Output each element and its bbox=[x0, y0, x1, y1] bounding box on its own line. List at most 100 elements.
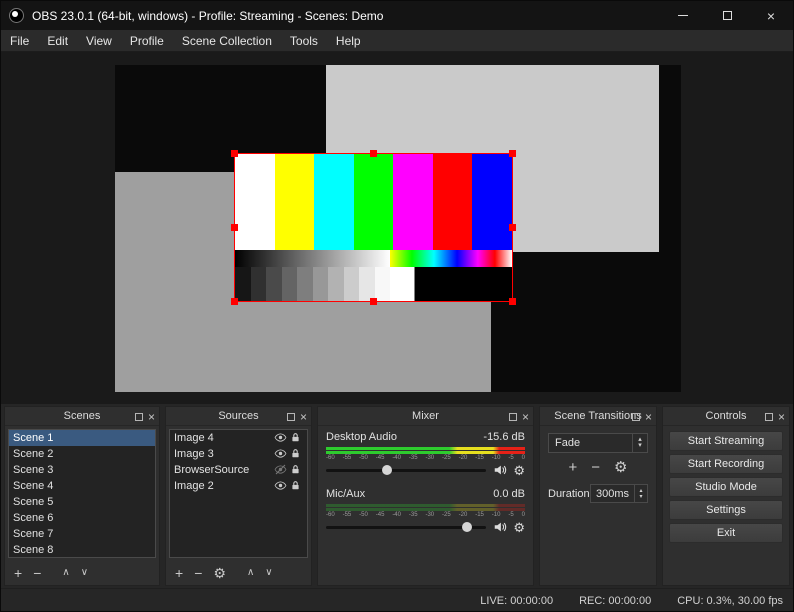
volume-meter bbox=[326, 504, 525, 511]
add-transition-button[interactable]: + bbox=[569, 460, 578, 475]
maximize-button[interactable] bbox=[705, 1, 749, 30]
volume-slider-handle[interactable] bbox=[382, 465, 392, 475]
dock-close-icon[interactable]: × bbox=[645, 411, 652, 423]
settings-button[interactable]: Settings bbox=[669, 500, 783, 520]
dock-float-icon[interactable] bbox=[509, 413, 517, 421]
obs-logo-icon[interactable] bbox=[9, 8, 24, 23]
transitions-dock-header[interactable]: Scene Transitions × bbox=[540, 407, 656, 426]
menu-item-edit[interactable]: Edit bbox=[38, 30, 77, 52]
window-title: OBS 23.0.1 (64-bit, windows) - Profile: … bbox=[32, 9, 383, 23]
source-properties-gear-button[interactable]: ⚙ bbox=[213, 566, 226, 580]
color-bar bbox=[235, 154, 275, 250]
scene-list-item[interactable]: Scene 1 bbox=[9, 430, 155, 446]
dock-close-icon[interactable]: × bbox=[300, 411, 307, 423]
color-bar bbox=[433, 154, 473, 250]
studio-mode-button[interactable]: Studio Mode bbox=[669, 477, 783, 497]
selection-handle[interactable] bbox=[509, 150, 516, 157]
speaker-icon[interactable] bbox=[492, 520, 507, 534]
combo-arrows-icon[interactable]: ▴ ▾ bbox=[632, 434, 647, 452]
scene-list-item[interactable]: Scene 4 bbox=[9, 478, 155, 494]
volume-slider[interactable] bbox=[326, 520, 486, 534]
selected-source-color-bars[interactable] bbox=[234, 153, 513, 302]
scene-list-item[interactable]: Scene 8 bbox=[9, 542, 155, 558]
meter-tick: -40 bbox=[392, 511, 401, 519]
source-list-item[interactable]: Image 3 bbox=[170, 446, 307, 462]
close-button[interactable]: × bbox=[749, 1, 793, 30]
scene-canvas[interactable] bbox=[115, 65, 681, 392]
remove-transition-button[interactable]: − bbox=[591, 460, 600, 475]
scene-list-item[interactable]: Scene 3 bbox=[9, 462, 155, 478]
mixer-channel-mic-aux: Mic/Aux 0.0 dB -60-55-50-45-40-35-30-25-… bbox=[326, 488, 525, 535]
minimize-button[interactable] bbox=[661, 1, 705, 30]
move-scene-up-button[interactable]: ∧ bbox=[62, 568, 69, 578]
menu-item-help[interactable]: Help bbox=[327, 30, 370, 52]
lock-icon[interactable] bbox=[288, 448, 303, 459]
selection-handle[interactable] bbox=[509, 298, 516, 305]
dock-close-icon[interactable]: × bbox=[148, 411, 155, 423]
meter-tick: -55 bbox=[343, 454, 352, 462]
lock-icon[interactable] bbox=[288, 464, 303, 475]
start-streaming-button[interactable]: Start Streaming bbox=[669, 431, 783, 451]
volume-slider[interactable] bbox=[326, 463, 486, 477]
start-recording-button[interactable]: Start Recording bbox=[669, 454, 783, 474]
minimize-icon bbox=[678, 15, 688, 16]
selection-handle[interactable] bbox=[231, 150, 238, 157]
dock-float-icon[interactable] bbox=[135, 413, 143, 421]
volume-slider-handle[interactable] bbox=[462, 522, 472, 532]
eye-slash-icon[interactable] bbox=[273, 463, 288, 476]
add-scene-button[interactable]: + bbox=[14, 566, 22, 580]
channel-settings-gear-icon[interactable]: ⚙ bbox=[513, 521, 525, 534]
menu-item-tools[interactable]: Tools bbox=[281, 30, 327, 52]
selection-handle[interactable] bbox=[370, 150, 377, 157]
dock-float-icon[interactable] bbox=[287, 413, 295, 421]
preview-area[interactable] bbox=[1, 52, 793, 404]
transition-select[interactable]: Fade ▴ ▾ bbox=[548, 433, 648, 453]
sources-dock-header[interactable]: Sources × bbox=[166, 407, 311, 426]
eye-icon[interactable] bbox=[273, 431, 288, 444]
dock-close-icon[interactable]: × bbox=[778, 411, 785, 423]
title-bar[interactable]: OBS 23.0.1 (64-bit, windows) - Profile: … bbox=[1, 1, 793, 30]
lock-icon[interactable] bbox=[288, 432, 303, 443]
gray-step bbox=[297, 267, 313, 301]
move-scene-down-button[interactable]: ∨ bbox=[81, 568, 88, 578]
eye-icon[interactable] bbox=[273, 479, 288, 492]
scenes-dock-header[interactable]: Scenes × bbox=[5, 407, 159, 426]
transition-properties-gear-button[interactable]: ⚙ bbox=[614, 460, 627, 475]
dock-float-icon[interactable] bbox=[765, 413, 773, 421]
remove-scene-button[interactable]: − bbox=[33, 566, 41, 580]
dock-float-icon[interactable] bbox=[632, 413, 640, 421]
controls-dock-header[interactable]: Controls × bbox=[663, 407, 789, 426]
spinner-arrows-icon[interactable]: ▴ ▾ bbox=[634, 485, 647, 502]
scene-list-item[interactable]: Scene 5 bbox=[9, 494, 155, 510]
remove-source-button[interactable]: − bbox=[194, 566, 202, 580]
source-list-item[interactable]: Image 2 bbox=[170, 478, 307, 494]
exit-button[interactable]: Exit bbox=[669, 523, 783, 543]
menu-item-file[interactable]: File bbox=[1, 30, 38, 52]
duration-spinbox[interactable]: 300ms ▴ ▾ bbox=[590, 484, 648, 503]
selection-handle[interactable] bbox=[231, 224, 238, 231]
lock-icon[interactable] bbox=[288, 480, 303, 491]
meter-tick: -30 bbox=[425, 511, 434, 519]
scene-list-item[interactable]: Scene 7 bbox=[9, 526, 155, 542]
source-list-item[interactable]: Image 4 bbox=[170, 430, 307, 446]
selection-handle[interactable] bbox=[370, 298, 377, 305]
add-source-button[interactable]: + bbox=[175, 566, 183, 580]
dock-close-icon[interactable]: × bbox=[522, 411, 529, 423]
move-source-down-button[interactable]: ∨ bbox=[265, 568, 272, 578]
scene-list-item[interactable]: Scene 2 bbox=[9, 446, 155, 462]
meter-tick: -45 bbox=[376, 454, 385, 462]
spinner-down-icon[interactable]: ▾ bbox=[639, 494, 642, 500]
menu-item-profile[interactable]: Profile bbox=[121, 30, 173, 52]
gray-step bbox=[344, 267, 360, 301]
selection-handle[interactable] bbox=[509, 224, 516, 231]
move-source-up-button[interactable]: ∧ bbox=[247, 568, 254, 578]
channel-settings-gear-icon[interactable]: ⚙ bbox=[513, 464, 525, 477]
source-list-item[interactable]: BrowserSource bbox=[170, 462, 307, 478]
menu-item-view[interactable]: View bbox=[77, 30, 121, 52]
scene-list-item[interactable]: Scene 6 bbox=[9, 510, 155, 526]
selection-handle[interactable] bbox=[231, 298, 238, 305]
speaker-icon[interactable] bbox=[492, 463, 507, 477]
mixer-dock-header[interactable]: Mixer × bbox=[318, 407, 533, 426]
eye-icon[interactable] bbox=[273, 447, 288, 460]
menu-item-scene-collection[interactable]: Scene Collection bbox=[173, 30, 281, 52]
